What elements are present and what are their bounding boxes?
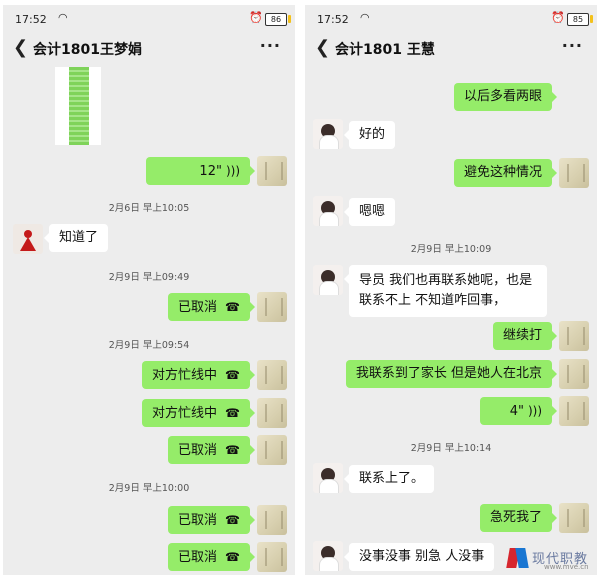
avatar[interactable] <box>313 541 343 571</box>
avatar[interactable] <box>257 542 287 572</box>
avatar[interactable] <box>257 435 287 465</box>
avatar[interactable] <box>313 463 343 493</box>
call-record[interactable]: 已取消 ☎ <box>168 436 255 464</box>
message-bubble[interactable]: 没事没事 别急 人没事 <box>343 543 495 571</box>
call-record[interactable]: 已取消 ☎ <box>168 506 255 534</box>
watermark-logo-icon <box>508 548 528 568</box>
timestamp: 2月9日 早上09:49 <box>108 272 190 283</box>
message-bubble[interactable]: 嗯嗯 <box>343 198 396 226</box>
call-record[interactable]: 对方忙线中 ☎ <box>142 399 255 427</box>
avatar[interactable] <box>257 360 287 390</box>
timestamp: 2月9日 早上10:00 <box>108 483 190 494</box>
chat-screen-right: 17:52 ◠ ⏰ 85 ❮ 会计1801 王慧 ··· 以后多看两眼 好的 避… <box>305 5 597 575</box>
call-record[interactable]: 对方忙线中 ☎ <box>142 361 255 389</box>
avatar[interactable] <box>257 156 287 186</box>
timestamp: 2月9日 早上10:14 <box>410 443 492 454</box>
avatar[interactable] <box>559 396 589 426</box>
avatar[interactable] <box>559 321 589 351</box>
watermark: 现代职教 www.mve.cn <box>508 548 598 572</box>
status-time: 17:52 <box>15 13 47 26</box>
call-status: 已取消 <box>178 550 218 565</box>
message-bubble[interactable]: 导员 我们也再联系她呢，也是联系不上 不知道咋回事， <box>344 265 547 317</box>
back-arrow-icon[interactable]: ❮ <box>13 37 28 59</box>
timestamp: 2月9日 早上09:54 <box>108 340 190 351</box>
battery-icon: 86 <box>265 13 291 26</box>
message-bubble[interactable]: 急死我了 <box>479 504 558 532</box>
phone-icon: ☎ <box>225 406 240 420</box>
more-icon[interactable]: ··· <box>562 36 583 55</box>
avatar[interactable] <box>13 224 43 254</box>
voice-duration: 12" <box>199 164 222 179</box>
timestamp: 2月9日 早上10:09 <box>410 244 492 255</box>
call-status: 已取消 <box>178 443 218 458</box>
message-bubble[interactable]: 继续打 <box>492 322 558 350</box>
alarm-icon: ⏰ <box>249 11 263 24</box>
call-status: 已取消 <box>178 513 218 528</box>
battery-icon: 85 <box>567 13 593 26</box>
voice-duration: 4" <box>509 404 524 419</box>
chat-screen-left: 17:52 ◠ ⏰ 86 ❮ 会计1801王梦娟 ··· 12"))) 2月6日… <box>3 5 295 575</box>
message-bubble[interactable]: 我联系到了家长 但是她人在北京 <box>345 360 558 388</box>
phone-icon: ☎ <box>225 513 240 527</box>
wifi-icon: ◠ <box>360 11 370 24</box>
phone-icon: ☎ <box>225 300 240 314</box>
phone-icon: ☎ <box>225 368 240 382</box>
avatar[interactable] <box>559 158 589 188</box>
message-list[interactable]: 12"))) 2月6日 早上10:05 知道了 2月9日 早上09:49 已取消… <box>3 67 295 575</box>
voice-icon: ))) <box>225 164 240 178</box>
avatar[interactable] <box>313 265 343 295</box>
more-icon[interactable]: ··· <box>260 36 281 55</box>
message-bubble[interactable]: 联系上了。 <box>343 465 435 493</box>
timestamp: 2月6日 早上10:05 <box>108 203 190 214</box>
avatar[interactable] <box>257 505 287 535</box>
call-record[interactable]: 已取消 ☎ <box>168 543 255 571</box>
call-status: 已取消 <box>178 300 218 315</box>
avatar[interactable] <box>257 398 287 428</box>
message-list[interactable]: 以后多看两眼 好的 避免这种情况 嗯嗯 2月9日 早上10:09 导员 我们也再… <box>305 67 597 575</box>
message-bubble[interactable]: 好的 <box>343 121 396 149</box>
voice-message[interactable]: 4"))) <box>480 397 557 425</box>
watermark-url: www.mve.cn <box>544 563 589 571</box>
call-status: 对方忙线中 <box>152 406 218 421</box>
avatar[interactable] <box>257 292 287 322</box>
voice-icon: ))) <box>527 404 542 418</box>
alarm-icon: ⏰ <box>551 11 565 24</box>
phone-icon: ☎ <box>225 443 240 457</box>
image-message[interactable] <box>55 67 101 145</box>
back-arrow-icon[interactable]: ❮ <box>315 37 330 59</box>
call-status: 对方忙线中 <box>152 368 218 383</box>
nav-bar: ❮ 会计1801王梦娟 ··· <box>3 33 295 67</box>
chat-title: 会计1801王梦娟 <box>33 42 142 58</box>
wifi-icon: ◠ <box>58 11 68 24</box>
nav-bar: ❮ 会计1801 王慧 ··· <box>305 33 597 67</box>
avatar[interactable] <box>313 196 343 226</box>
phone-icon: ☎ <box>225 550 240 564</box>
voice-message[interactable]: 12"))) <box>146 157 255 185</box>
status-time: 17:52 <box>317 13 349 26</box>
message-bubble[interactable]: 以后多看两眼 <box>453 83 558 111</box>
call-record[interactable]: 已取消 ☎ <box>168 293 255 321</box>
message-bubble[interactable]: 知道了 <box>43 224 109 252</box>
avatar[interactable] <box>313 119 343 149</box>
chat-title: 会计1801 王慧 <box>335 42 435 58</box>
status-bar: 17:52 ◠ ⏰ 85 <box>305 5 597 33</box>
status-bar: 17:52 ◠ ⏰ 86 <box>3 5 295 33</box>
avatar[interactable] <box>559 503 589 533</box>
avatar[interactable] <box>559 359 589 389</box>
message-bubble[interactable]: 避免这种情况 <box>453 159 558 187</box>
